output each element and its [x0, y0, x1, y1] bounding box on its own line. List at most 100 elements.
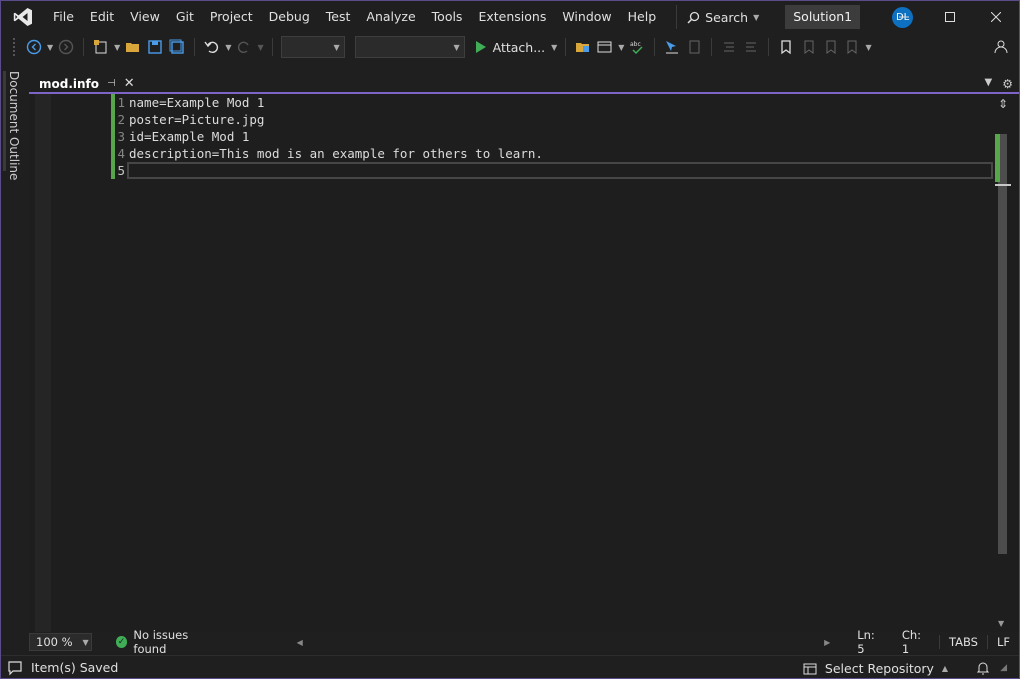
menu-project[interactable]: Project — [202, 1, 261, 33]
code-text[interactable]: name=Example Mod 1 poster=Picture.jpg id… — [129, 94, 543, 179]
document-health-indicator[interactable]: ✓ No issues found — [115, 628, 223, 656]
save-all-icon[interactable] — [168, 38, 186, 56]
menu-edit[interactable]: Edit — [82, 1, 122, 33]
clear-bookmarks-icon[interactable] — [843, 38, 861, 56]
open-folder-icon[interactable] — [124, 38, 142, 56]
menu-extensions[interactable]: Extensions — [470, 1, 554, 33]
search-button[interactable]: Search ▼ — [676, 5, 765, 29]
code-editor[interactable]: 1 2 3 4 5 name=Example Mod 1 poster=Pict… — [35, 94, 995, 632]
left-tool-strip: Document Outline — [1, 61, 29, 655]
solution-platform-combo[interactable]: ▼ — [354, 36, 465, 58]
document-outline-tab[interactable]: Document Outline — [7, 71, 27, 180]
menu-analyze[interactable]: Analyze — [358, 1, 423, 33]
scroll-left-icon[interactable]: ◀ — [297, 638, 303, 647]
visual-studio-logo-icon[interactable] — [1, 1, 45, 33]
live-share-icon[interactable] — [991, 38, 1009, 56]
format-document-icon[interactable] — [685, 38, 703, 56]
chevron-down-icon: ▼ — [551, 42, 558, 52]
menu-help[interactable]: Help — [620, 1, 665, 33]
menu-bar: File Edit View Git Project Debug Test An… — [45, 1, 664, 33]
close-button[interactable] — [973, 1, 1019, 33]
save-icon[interactable] — [146, 38, 164, 56]
resize-grip-icon[interactable]: ◢ — [1000, 663, 1007, 673]
menu-window[interactable]: Window — [554, 1, 619, 33]
chevron-down-icon[interactable]: ▼ — [114, 43, 120, 52]
select-repository-button[interactable]: Select Repository ▲ — [803, 661, 948, 676]
window-layout-icon[interactable] — [596, 38, 614, 56]
document-outline-label: Document Outline — [7, 71, 21, 181]
maximize-button[interactable] — [927, 1, 973, 33]
search-icon — [687, 11, 700, 24]
bookmark-icon[interactable] — [777, 38, 795, 56]
menu-file[interactable]: File — [45, 1, 82, 33]
navigate-back-icon[interactable] — [25, 38, 43, 56]
pin-icon[interactable]: ⊣ — [107, 78, 116, 89]
spell-check-icon[interactable]: abc — [628, 38, 646, 56]
undo-icon[interactable] — [203, 38, 221, 56]
vertical-scrollbar[interactable]: ⇕ ▼ — [995, 94, 1011, 632]
navigate-forward-icon[interactable] — [57, 38, 75, 56]
menu-debug[interactable]: Debug — [261, 1, 318, 33]
toolbar-separator — [711, 38, 713, 56]
previous-bookmark-icon[interactable] — [799, 38, 817, 56]
scroll-right-icon[interactable]: ▶ — [824, 638, 830, 647]
comment-lines-icon[interactable] — [720, 38, 738, 56]
notification-message-icon[interactable] — [7, 660, 23, 676]
cursor-position: Ln: 5 Ch: 1 TABS LF — [848, 628, 1019, 656]
solution-configuration-combo[interactable]: ▼ — [280, 36, 345, 58]
scroll-down-icon[interactable]: ▼ — [998, 619, 1004, 628]
toolbar-grip[interactable] — [13, 38, 17, 56]
menu-view[interactable]: View — [122, 1, 168, 33]
new-project-icon[interactable] — [92, 38, 110, 56]
chevron-down-icon[interactable]: ▼ — [225, 43, 231, 52]
line-indicator[interactable]: Ln: 5 — [848, 628, 893, 656]
scrollbar-thumb[interactable] — [998, 134, 1007, 554]
window-controls — [881, 1, 1019, 33]
editor-glyph-margin[interactable] — [35, 94, 51, 632]
scrollbar-change-marker — [995, 134, 1000, 182]
chevron-down-icon[interactable]: ▼ — [985, 77, 993, 91]
menu-test[interactable]: Test — [318, 1, 359, 33]
close-icon[interactable]: ✕ — [124, 76, 135, 91]
editor-status-strip: 100 % ▼ ✓ No issues found ◀ ▶ Ln: 5 Ch: … — [29, 628, 1019, 656]
next-bookmark-icon[interactable] — [821, 38, 839, 56]
chevron-down-icon[interactable]: ▼ — [47, 43, 53, 52]
code-line[interactable]: id=Example Mod 1 — [129, 128, 543, 145]
tab-title: mod.info — [39, 76, 100, 91]
minimize-button[interactable] — [881, 1, 927, 33]
uncomment-lines-icon[interactable] — [742, 38, 760, 56]
gear-icon[interactable]: ⚙ — [1002, 77, 1013, 91]
line-ending-indicator[interactable]: LF — [988, 635, 1019, 649]
code-line[interactable] — [129, 162, 543, 179]
chevron-down-icon: ▼ — [753, 12, 760, 22]
notifications-bell-icon[interactable] — [976, 661, 990, 675]
toolbar-separator — [768, 38, 770, 56]
horizontal-scrollbar[interactable]: ◀ ▶ — [297, 635, 831, 649]
text-cursor-icon[interactable] — [663, 38, 681, 56]
scrollbar-caret-marker — [995, 184, 1011, 186]
chevron-down-icon[interactable]: ▼ — [618, 43, 624, 52]
toolbar-separator — [654, 38, 656, 56]
tab-mod-info[interactable]: mod.info ⊣ ✕ — [35, 73, 139, 93]
chevron-down-icon[interactable]: ▼ — [865, 43, 871, 52]
indent-mode-indicator[interactable]: TABS — [938, 635, 988, 649]
menu-git[interactable]: Git — [168, 1, 202, 33]
toolbar-separator — [271, 38, 273, 56]
char-indicator[interactable]: Ch: 1 — [893, 628, 939, 656]
close-icon — [991, 12, 1001, 22]
attach-button[interactable]: Attach... ▼ — [475, 40, 558, 55]
code-line[interactable]: description=This mod is an example for o… — [129, 145, 543, 162]
menu-tools[interactable]: Tools — [424, 1, 471, 33]
horizontal-scroll-track[interactable] — [306, 638, 821, 646]
code-line[interactable]: poster=Picture.jpg — [129, 111, 543, 128]
document-tab-well: mod.info ⊣ ✕ ▼ ⚙ — [29, 61, 1019, 93]
redo-icon[interactable] — [235, 38, 253, 56]
maximize-icon — [945, 12, 955, 22]
split-editor-icon[interactable]: ⇕ — [995, 96, 1011, 112]
solution-name-badge[interactable]: Solution1 — [785, 5, 861, 29]
code-line[interactable]: name=Example Mod 1 — [129, 94, 543, 111]
chevron-down-icon[interactable]: ▼ — [257, 43, 263, 52]
browse-folder-icon[interactable] — [574, 38, 592, 56]
toolbar-separator — [83, 38, 85, 56]
zoom-combo[interactable]: 100 % ▼ — [29, 633, 92, 651]
